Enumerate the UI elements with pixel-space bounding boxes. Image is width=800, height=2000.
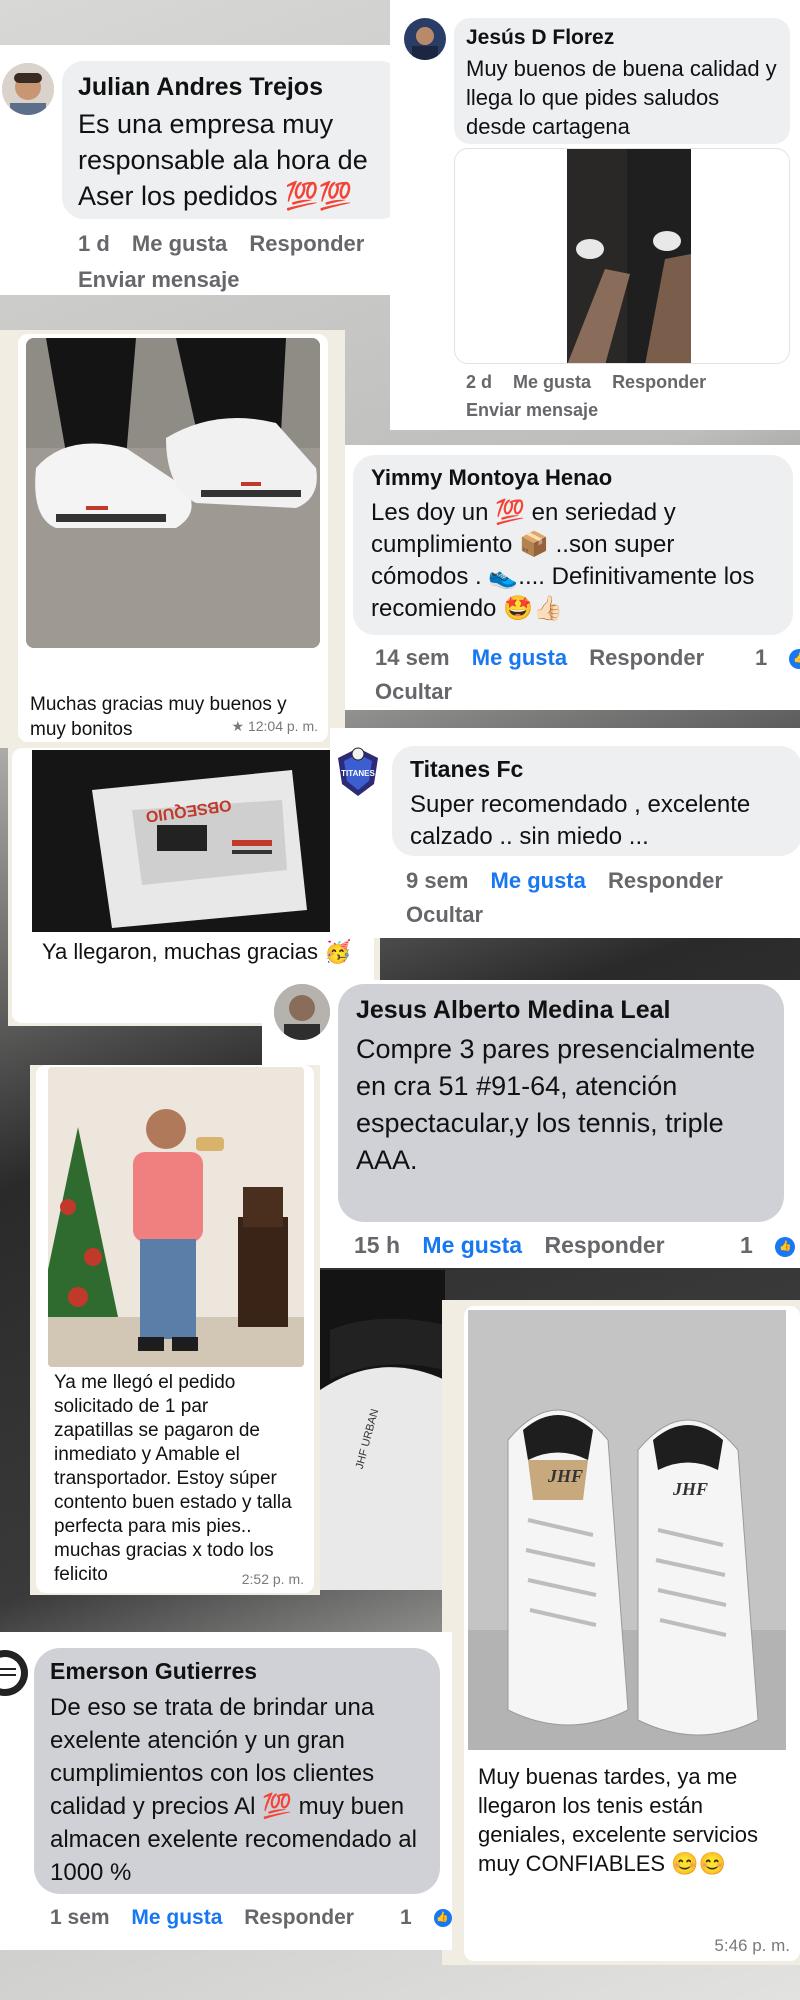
box-photo[interactable]: OBSEQUIO [32, 750, 332, 932]
comment-bubble: Emerson Gutierres De eso se trata de bri… [34, 1648, 440, 1894]
commenter-name[interactable]: Titanes Fc [410, 756, 784, 783]
reply-button[interactable]: Responder [612, 372, 706, 392]
thumbs-up-icon: 👍 [433, 1909, 452, 1928]
reply-button[interactable]: Responder [244, 1906, 354, 1929]
hide-link[interactable]: Ocultar [406, 902, 483, 928]
reaction-count-value: 1 [755, 645, 768, 670]
comment-time: 15 h [354, 1232, 401, 1258]
brand-logo-right: JHF [672, 1479, 708, 1499]
commenter-name[interactable]: Emerson Gutierres [50, 1658, 424, 1685]
avatar[interactable] [0, 1650, 28, 1696]
comment-jesus-d: Jesús D Florez Muy buenos de buena calid… [390, 0, 800, 430]
team-logo-avatar[interactable]: TITANES [334, 746, 382, 798]
message-caption: Ya me llegó el pedido solicitado de 1 pa… [54, 1372, 292, 1585]
thumbs-up-icon: 👍 [789, 649, 800, 670]
comment-time: 2 d [466, 372, 493, 392]
attached-photo[interactable] [454, 148, 790, 364]
message-time: 5:46 p. m. [714, 1936, 790, 1955]
reaction-count[interactable]: 1 👍 [400, 1906, 452, 1930]
message-bubble: JHF JHF Muy buenas tardes, ya me llegaro… [464, 1306, 800, 1961]
send-message-link[interactable]: Enviar mensaje [78, 267, 239, 293]
comment-bubble: Jesús D Florez Muy buenos de buena calid… [454, 18, 790, 144]
comment-actions: 15 h Me gusta Responder 1 👍 [354, 1232, 796, 1259]
reaction-count[interactable]: 1 👍 [740, 1232, 800, 1259]
comment-bubble: Julian Andres Trejos Es una empresa muy … [62, 61, 390, 219]
white-shoes-photo[interactable]: JHF JHF [468, 1310, 786, 1750]
commenter-name[interactable]: Jesus Alberto Medina Leal [356, 996, 766, 1025]
message-time: ★ 12:04 p. m. [231, 718, 318, 734]
message-caption: Muy buenas tardes, ya me llegaron los te… [478, 1764, 759, 1876]
reaction-count-value: 1 [400, 1906, 412, 1929]
thumbs-up-icon: 👍 [775, 1236, 796, 1257]
reply-button[interactable]: Responder [545, 1232, 665, 1258]
like-button[interactable]: Me gusta [513, 372, 591, 392]
comment-yimmy: Yimmy Montoya Henao Les doy un 💯 en seri… [345, 445, 800, 710]
comment-emerson: Emerson Gutierres De eso se trata de bri… [0, 1632, 452, 1950]
like-button[interactable]: Me gusta [472, 645, 567, 670]
message-time: 2:52 p. m. [241, 1571, 304, 1587]
avatar[interactable] [2, 63, 54, 115]
comment-time: 9 sem [406, 868, 469, 893]
avatar[interactable] [274, 984, 330, 1040]
comment-text: Muy buenos de buena calidad y llega lo q… [466, 56, 777, 139]
hide-link[interactable]: Ocultar [375, 679, 452, 705]
whatsapp-shoes-message: Muchas gracias muy buenos y muy bonitos … [0, 330, 345, 748]
comment-actions: 1 sem Me gusta Responder 1 👍 [50, 1906, 452, 1930]
comment-bubble: Jesus Alberto Medina Leal Compre 3 pares… [338, 984, 784, 1222]
message-bubble: Ya me llegó el pedido solicitado de 1 pa… [36, 1065, 314, 1593]
like-button[interactable]: Me gusta [132, 231, 227, 256]
sneaker-closeup-photo: JHF URBAN [320, 1270, 445, 1590]
like-button[interactable]: Me gusta [491, 868, 586, 893]
comment-time: 14 sem [375, 645, 450, 670]
comment-time: 1 d [78, 231, 110, 256]
comment-titanes: TITANES Titanes Fc Super recomendado , e… [330, 728, 800, 938]
reply-button[interactable]: Responder [249, 231, 364, 256]
brand-logo-left: JHF [547, 1466, 583, 1486]
comment-text: Compre 3 pares presencialmente en cra 51… [356, 1034, 756, 1175]
comment-text: Les doy un 💯 en seriedad y cumplimiento … [371, 499, 755, 622]
team-logo-text: TITANES [341, 769, 375, 778]
like-button[interactable]: Me gusta [422, 1232, 522, 1258]
send-message-link[interactable]: Enviar mensaje [466, 400, 598, 421]
commenter-name[interactable]: Yimmy Montoya Henao [371, 465, 775, 491]
message-caption: Ya llegaron, muchas gracias 🥳 [42, 939, 352, 964]
reply-button[interactable]: Responder [608, 868, 723, 893]
whatsapp-man-message: Ya me llegó el pedido solicitado de 1 pa… [30, 1065, 320, 1595]
commenter-name[interactable]: Jesús D Florez [466, 26, 778, 50]
comment-jesus-a: Jesus Alberto Medina Leal Compre 3 pares… [262, 980, 800, 1268]
comment-actions: 1 d Me gusta Responder [78, 231, 380, 257]
reaction-count[interactable]: 1 👍 [755, 645, 800, 671]
reply-button[interactable]: Responder [589, 645, 704, 670]
shoe-photo[interactable] [26, 338, 320, 648]
comment-text: De eso se trata de brindar una exelente … [50, 1694, 417, 1886]
comment-julian: Julian Andres Trejos Es una empresa muy … [0, 45, 390, 295]
comment-bubble: Titanes Fc Super recomendado , excelente… [392, 746, 800, 856]
avatar[interactable] [404, 18, 446, 60]
like-button[interactable]: Me gusta [131, 1906, 222, 1929]
message-bubble: Muchas gracias muy buenos y muy bonitos … [18, 334, 328, 742]
comment-bubble: Yimmy Montoya Henao Les doy un 💯 en seri… [353, 455, 793, 635]
comment-actions: 14 sem Me gusta Responder 1 👍 [375, 645, 800, 671]
whatsapp-white-shoes-message: JHF JHF Muy buenas tardes, ya me llegaro… [442, 1300, 800, 1965]
reaction-count-value: 1 [740, 1232, 753, 1258]
comment-actions: 9 sem Me gusta Responder 2 [406, 868, 800, 894]
customer-photo[interactable] [48, 1067, 304, 1367]
comment-time: 1 sem [50, 1906, 110, 1929]
comment-actions: 2 d Me gusta Responder [466, 372, 722, 393]
commenter-name[interactable]: Julian Andres Trejos [78, 73, 386, 102]
comment-text: Super recomendado , excelente calzado ..… [410, 791, 751, 850]
comment-text: Es una empresa muy responsable ala hora … [78, 109, 368, 211]
